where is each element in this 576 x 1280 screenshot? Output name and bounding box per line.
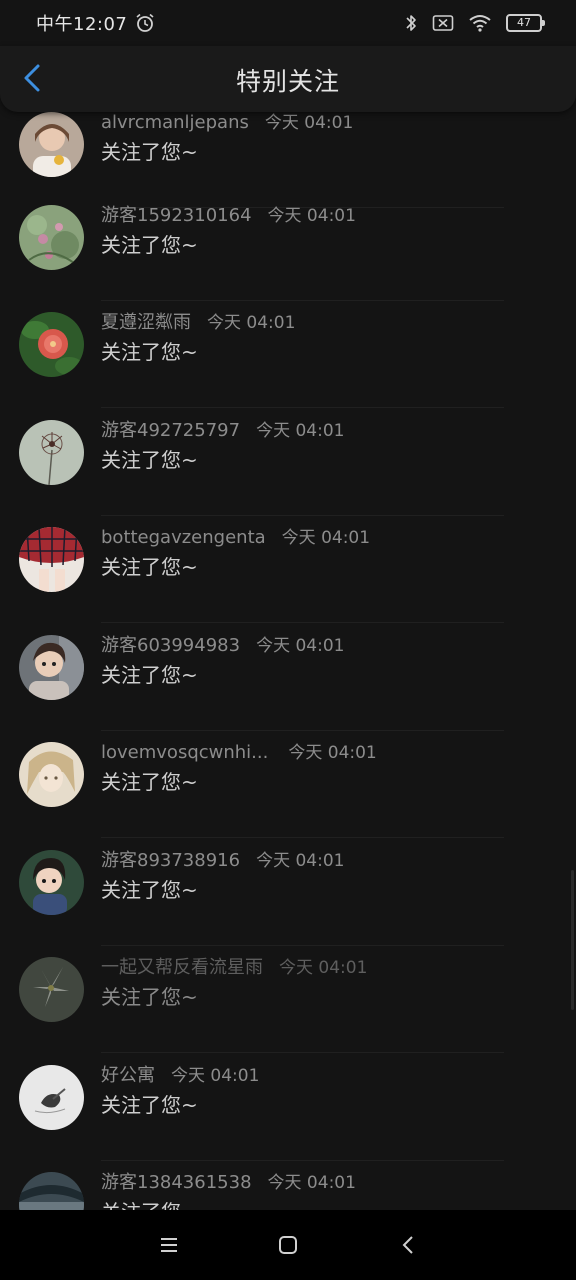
timestamp: 今天 04:01 (207, 313, 296, 333)
avatar[interactable] (19, 205, 84, 270)
message: 关注了您~ (101, 1093, 198, 1117)
timestamp: 今天 04:01 (281, 528, 371, 548)
battery-icon: 47 (506, 14, 545, 32)
avatar[interactable] (19, 312, 84, 377)
timestamp: 今天 04:01 (288, 743, 377, 763)
back-icon (402, 1236, 413, 1254)
item-header: lovemvosqcwnhi... 今天 04:01 (101, 738, 377, 763)
avatar[interactable] (19, 420, 84, 485)
item-header: 夏遵涩粼雨 今天 04:01 (101, 308, 295, 334)
home-icon (279, 1236, 297, 1254)
timestamp: 今天 04:01 (171, 1066, 260, 1086)
alarm-icon (135, 13, 155, 33)
message: 关注了您~ (101, 448, 198, 472)
page-title: 特别关注 (235, 67, 340, 96)
list-item[interactable]: 一起又帮反看流星雨 今天 04:01 关注了您~ (0, 945, 576, 1053)
message: 关注了您~ (101, 340, 198, 364)
status-time: 中午12:07 (36, 14, 128, 35)
message: 关注了您~ (101, 140, 198, 164)
avatar[interactable] (19, 1172, 84, 1210)
item-header: 一起又帮反看流星雨 今天 04:01 (101, 953, 367, 979)
screen: alvrcmanljepans 今天 04:01 关注了您~ 游客1592310… (0, 0, 576, 1280)
username[interactable]: lovemvosqcwnhi... (101, 742, 268, 763)
timestamp: 今天 04:01 (267, 1173, 356, 1193)
list-item[interactable]: 夏遵涩粼雨 今天 04:01 关注了您~ (0, 300, 576, 408)
list-item[interactable]: 游客603994983 今天 04:01 关注了您~ (0, 623, 576, 731)
home-button[interactable] (273, 1230, 303, 1260)
status-bar: 中午12:07 47 (0, 0, 576, 46)
follow-list[interactable]: alvrcmanljepans 今天 04:01 关注了您~ 游客1592310… (0, 0, 576, 1210)
list-item[interactable]: 游客492725797 今天 04:01 关注了您~ (0, 408, 576, 516)
timestamp: 今天 04:01 (256, 421, 345, 441)
item-header: 游客1384361538 今天 04:01 (101, 1168, 356, 1194)
username[interactable]: bottegavzengenta (101, 527, 266, 548)
avatar[interactable] (19, 527, 84, 592)
avatar[interactable] (19, 742, 84, 807)
username[interactable]: alvrcmanljepans (101, 112, 249, 133)
list-item[interactable]: 游客893738916 今天 04:01 关注了您~ (0, 838, 576, 946)
item-header: bottegavzengenta 今天 04:01 (101, 523, 370, 548)
timestamp: 今天 04:01 (279, 958, 368, 978)
list-item[interactable]: 游客1384361538 今天 04:01 关注了您~ (0, 1160, 576, 1210)
item-header: 游客603994983 今天 04:01 (101, 631, 344, 657)
timestamp: 今天 04:01 (256, 636, 345, 656)
header: 特别关注 (0, 46, 576, 112)
username[interactable]: 夏遵涩粼雨 (101, 308, 191, 334)
avatar[interactable] (19, 1065, 84, 1130)
message: 关注了您~ (101, 1196, 198, 1210)
wifi-icon (468, 14, 492, 32)
avatar[interactable] (19, 112, 84, 177)
username[interactable]: 游客1384361538 (101, 1168, 252, 1194)
system-back-button[interactable] (393, 1230, 423, 1260)
list-item[interactable]: alvrcmanljepans 今天 04:01 关注了您~ (0, 100, 576, 208)
message: 关注了您~ (101, 985, 198, 1009)
username[interactable]: 游客1592310164 (101, 201, 252, 227)
timestamp: 今天 04:01 (256, 851, 345, 871)
message: 关注了您~ (101, 770, 198, 794)
message: 关注了您~ (101, 555, 198, 579)
scrollbar[interactable] (571, 870, 574, 1010)
list-item[interactable]: bottegavzengenta 今天 04:01 关注了您~ (0, 515, 576, 623)
list-item[interactable]: 好公寓 今天 04:01 关注了您~ (0, 1053, 576, 1161)
bluetooth-icon (404, 13, 418, 33)
username[interactable]: 游客603994983 (101, 631, 240, 657)
menu-icon (161, 1238, 177, 1252)
timestamp: 今天 04:01 (267, 206, 356, 226)
avatar[interactable] (19, 957, 84, 1022)
message: 关注了您~ (101, 233, 198, 257)
list-item[interactable]: 游客1592310164 今天 04:01 关注了您~ (0, 193, 576, 301)
list-item[interactable]: lovemvosqcwnhi... 今天 04:01 关注了您~ (0, 730, 576, 838)
item-header: 游客492725797 今天 04:01 (101, 416, 344, 442)
message: 关注了您~ (101, 878, 198, 902)
no-sim-icon (432, 14, 454, 32)
message: 关注了您~ (101, 663, 198, 687)
navigation-bar (0, 1210, 576, 1280)
item-header: 游客1592310164 今天 04:01 (101, 201, 356, 227)
username[interactable]: 游客492725797 (101, 416, 240, 442)
item-header: 好公寓 今天 04:01 (101, 1061, 259, 1087)
username[interactable]: 一起又帮反看流星雨 (101, 953, 263, 979)
avatar[interactable] (19, 635, 84, 700)
username[interactable]: 好公寓 (101, 1061, 155, 1087)
username[interactable]: 游客893738916 (101, 846, 240, 872)
item-header: 游客893738916 今天 04:01 (101, 846, 344, 872)
avatar[interactable] (19, 850, 84, 915)
menu-button[interactable] (154, 1230, 184, 1260)
